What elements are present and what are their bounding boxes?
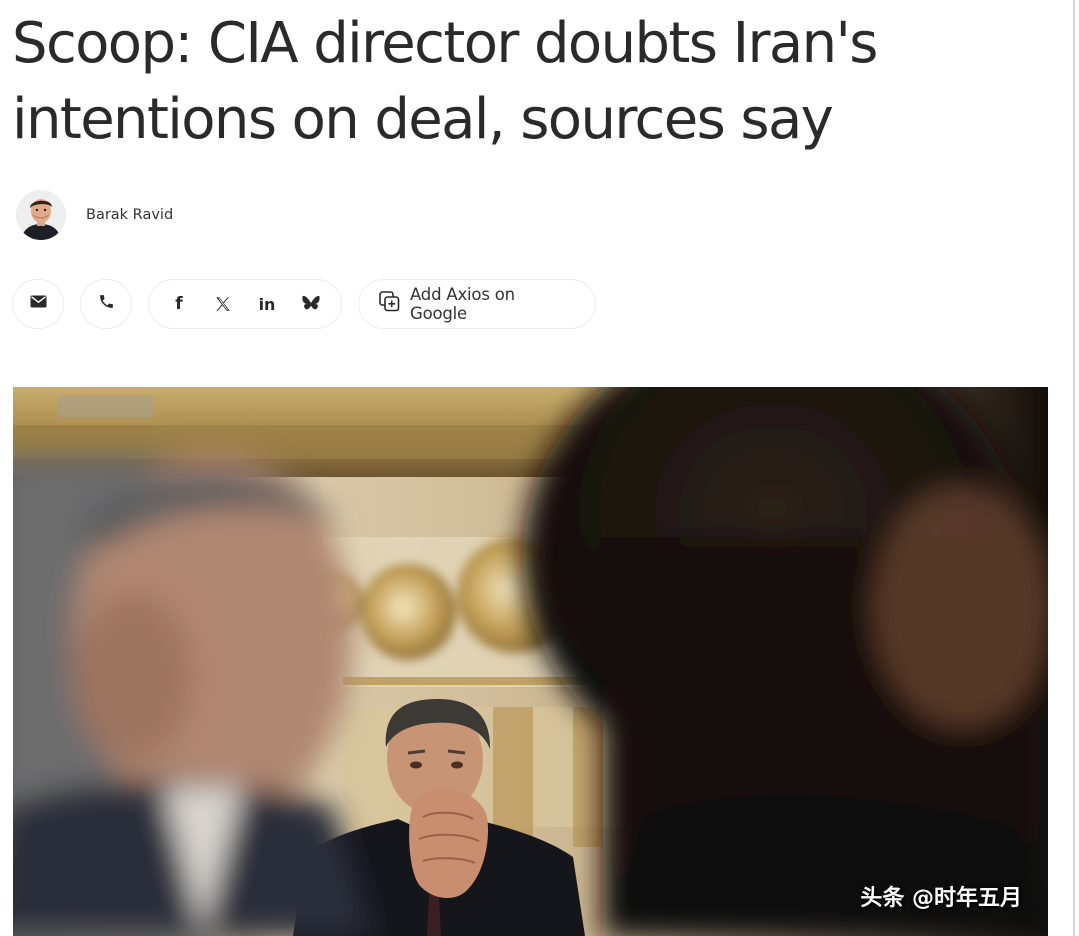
headline-line-2: intentions on deal, sources say — [12, 87, 834, 152]
article-lead-photo: 头条 @时年五月 — [13, 387, 1048, 936]
article-headline: Scoop: CIA director doubts Iran's intent… — [12, 6, 1052, 158]
author-name[interactable]: Barak Ravid — [86, 207, 173, 223]
social-share-group: f in — [148, 279, 342, 329]
bluesky-icon[interactable] — [296, 289, 326, 319]
share-toolbar: f in Add Axios on Google — [12, 279, 596, 329]
page-edge-divider — [1073, 0, 1075, 936]
source-watermark: 头条 @时年五月 — [860, 886, 1022, 911]
add-google-source-button[interactable]: Add Axios on Google — [358, 279, 596, 329]
envelope-icon — [30, 295, 47, 313]
author-avatar[interactable] — [16, 190, 66, 240]
x-icon[interactable] — [208, 289, 238, 319]
linkedin-icon[interactable]: in — [252, 289, 282, 319]
headline-line-1: Scoop: CIA director doubts Iran's — [12, 11, 878, 76]
add-google-label: Add Axios on Google — [410, 285, 515, 323]
facebook-icon[interactable]: f — [164, 289, 194, 319]
byline: Barak Ravid — [16, 190, 173, 240]
email-share-button[interactable] — [12, 279, 64, 329]
phone-share-button[interactable] — [80, 279, 132, 329]
photo-illustration — [13, 387, 1048, 936]
phone-icon — [98, 293, 115, 315]
add-source-icon — [379, 291, 400, 317]
